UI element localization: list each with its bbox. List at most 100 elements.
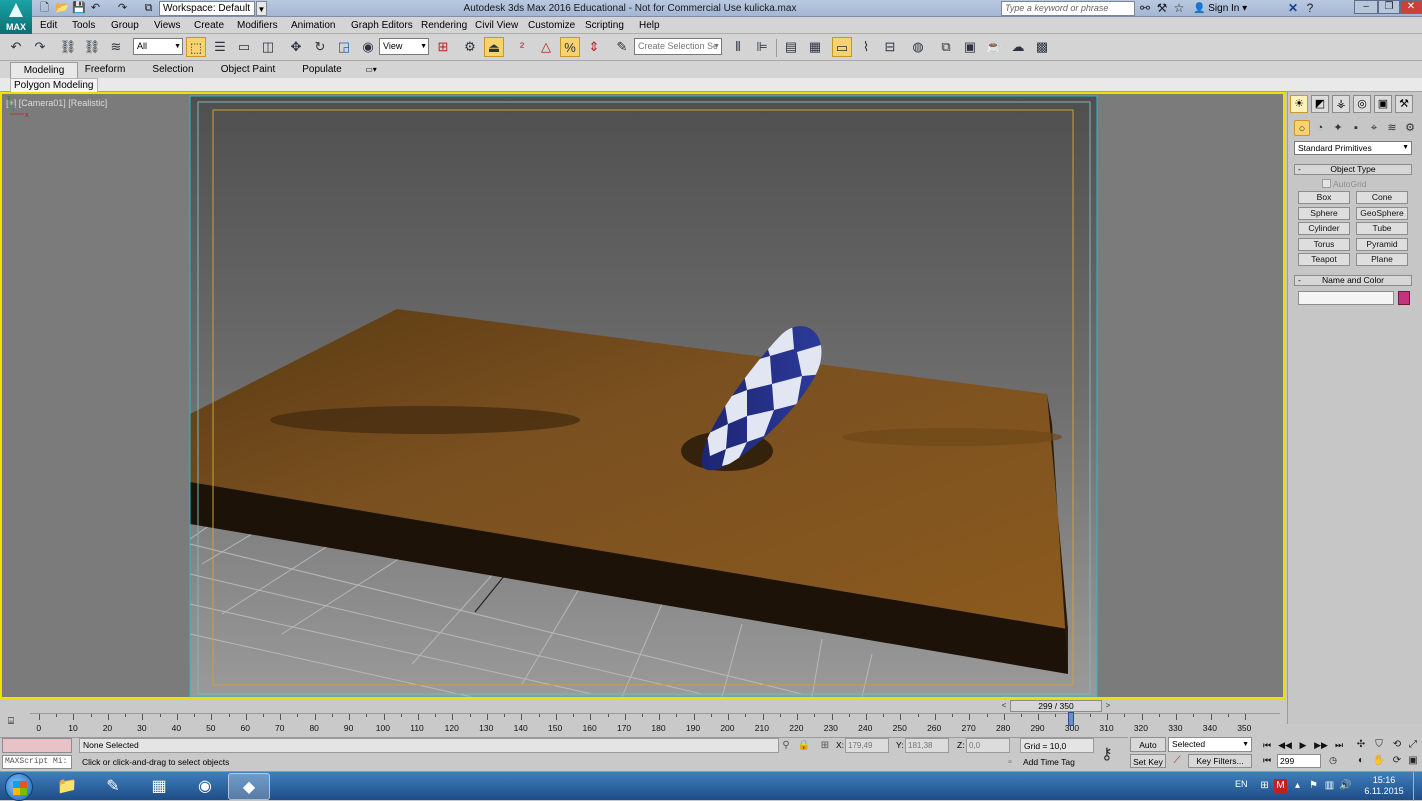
render-production-icon[interactable]: ☕ (984, 37, 1004, 57)
time-slider-next-icon[interactable]: > (1103, 700, 1113, 712)
primitive-category-dropdown[interactable]: Standard Primitives ▼ (1294, 141, 1412, 155)
menu-graph-editors[interactable]: Graph Editors (351, 17, 413, 34)
maximize-viewport-icon[interactable]: ⤢ (1405, 738, 1421, 752)
notes-app-icon[interactable]: ✎ (92, 773, 134, 800)
tray-windows-icon[interactable]: ⊞ (1258, 779, 1271, 793)
cylinder-button[interactable]: Cylinder (1298, 222, 1350, 235)
maxscript-mini-listener[interactable]: MAXScript Mi: (2, 755, 72, 769)
favorites-star-icon[interactable]: ☆ (1172, 1, 1186, 16)
selection-filter-dropdown[interactable]: All ▼ (133, 38, 183, 55)
workspace-dropdown-arrow[interactable]: ▼ (256, 1, 267, 16)
pivot-center-icon[interactable]: ⊞ (433, 37, 453, 57)
workspace-dropdown[interactable]: Workspace: Default (159, 1, 255, 16)
tab-populate[interactable]: Populate (298, 62, 346, 78)
helpers-icon[interactable]: ⌖ (1366, 120, 1382, 136)
tube-button[interactable]: Tube (1356, 222, 1408, 235)
open-file-icon[interactable]: 📂 (55, 2, 69, 15)
tray-app-icon[interactable]: M (1274, 779, 1287, 793)
track-bar[interactable]: 0 10 20 30 40 50 60 70 80 90 100 110 120 130 140 150 160… (30, 713, 1280, 737)
volume-icon[interactable]: 🔊 (1339, 779, 1352, 793)
keyboard-shortcut-override-icon[interactable]: ⏏ (484, 37, 504, 57)
scene-explorer-icon[interactable]: ▦ (805, 37, 825, 57)
percent-snap-icon[interactable]: % (560, 37, 580, 57)
maximize-button[interactable]: ❐ (1378, 0, 1400, 14)
next-frame-icon[interactable]: ▶▶ (1313, 739, 1329, 752)
auto-key-button[interactable]: Auto Key (1130, 737, 1166, 765)
start-button[interactable] (5, 773, 33, 801)
create-tab-icon[interactable]: ☀ (1290, 95, 1308, 113)
app-logo[interactable]: MAX (0, 0, 32, 34)
tab-object-paint[interactable]: Object Paint (218, 62, 278, 78)
play-icon[interactable]: ▶ (1295, 739, 1311, 752)
current-frame-field[interactable]: 299 (1277, 754, 1321, 768)
exchange-icon[interactable]: ⚒ (1155, 1, 1169, 16)
hierarchy-tab-icon[interactable]: ⚶ (1332, 95, 1350, 113)
set-key-button[interactable]: Set Key (1130, 754, 1166, 768)
default-key-icon[interactable]: ⚷ (1101, 744, 1113, 764)
material-editor-icon[interactable]: ◍ (908, 37, 928, 57)
orbit-camera-icon[interactable]: ⟳ (1389, 754, 1405, 768)
file-explorer-icon[interactable]: 📁 (46, 773, 88, 800)
menu-rendering[interactable]: Rendering (421, 17, 467, 34)
undo-icon[interactable]: ↶ (6, 37, 26, 57)
manipulate-icon[interactable]: ⚙ (460, 37, 480, 57)
modify-tab-icon[interactable]: ◩ (1311, 95, 1329, 113)
menu-animation[interactable]: Animation (291, 17, 335, 34)
object-color-swatch[interactable] (1398, 291, 1410, 305)
maximize-toggle-icon[interactable]: ▣ (1405, 754, 1421, 768)
new-file-icon[interactable]: 🗋 (38, 2, 51, 15)
menu-help[interactable]: Help (639, 17, 660, 34)
close-button[interactable]: ✕ (1400, 0, 1422, 14)
autogrid-checkbox[interactable]: AutoGrid (1322, 179, 1367, 189)
object-name-input[interactable] (1298, 291, 1394, 305)
pyramid-button[interactable]: Pyramid (1356, 238, 1408, 251)
system-clock[interactable]: 15:16 6.11.2015 (1364, 775, 1404, 797)
rotate-icon[interactable]: ↻ (310, 37, 330, 57)
menu-views[interactable]: Views (154, 17, 181, 34)
time-configuration-icon[interactable]: ◷ (1325, 754, 1341, 767)
systems-icon[interactable]: ⚙ (1402, 120, 1418, 136)
go-to-end-icon[interactable]: ⏭ (1331, 739, 1347, 752)
z-coordinate-field[interactable]: 0,0 (966, 738, 1010, 753)
bind-space-warp-icon[interactable]: ≋ (106, 37, 126, 57)
ribbon-panel-label[interactable]: Polygon Modeling (10, 78, 98, 92)
project-folder-icon[interactable]: ⧉ (142, 2, 155, 15)
schematic-view-icon[interactable]: ⊟ (880, 37, 900, 57)
minimize-button[interactable]: – (1354, 0, 1378, 14)
tray-flag-icon[interactable]: ⚑ (1307, 779, 1320, 793)
calculator-icon[interactable]: ▦ (138, 773, 180, 800)
rectangular-selection-icon[interactable]: ▭ (234, 37, 254, 57)
add-time-tag[interactable]: Add Time Tag (1020, 755, 1094, 769)
scale-icon[interactable]: ◲ (334, 37, 354, 57)
time-tag-icon[interactable]: ▫ (1003, 756, 1017, 770)
select-by-name-icon[interactable]: ☰ (210, 37, 230, 57)
maxscript-listener-output[interactable] (2, 738, 72, 753)
binoculars-icon[interactable]: ⚯ (1138, 1, 1152, 16)
move-icon[interactable]: ✥ (286, 37, 306, 57)
select-object-icon[interactable]: ⬚ (186, 37, 206, 57)
search-input[interactable]: Type a keyword or phrase (1001, 1, 1135, 16)
redo-quick-icon[interactable]: ↷ (116, 2, 129, 15)
layer-manager-icon[interactable]: ▤ (781, 37, 801, 57)
autodesk-x-icon[interactable]: ✕ (1286, 1, 1300, 16)
render-setup-icon[interactable]: ⧉ (936, 37, 956, 57)
teapot-button[interactable]: Teapot (1298, 253, 1350, 266)
go-to-start-icon[interactable]: ⏮ (1259, 739, 1275, 752)
snaps-toggle-icon[interactable]: ² (512, 37, 532, 57)
tab-modeling[interactable]: Modeling (10, 62, 78, 78)
cameras-icon[interactable]: ▪ (1348, 120, 1364, 136)
shapes-icon[interactable]: ◔ (1312, 120, 1328, 136)
cone-button[interactable]: Cone (1356, 191, 1408, 204)
x-coordinate-field[interactable]: 179,49 (845, 738, 889, 753)
ribbon-toggle-icon[interactable]: ▭ (832, 37, 852, 57)
angle-snap-icon[interactable]: △ (536, 37, 556, 57)
y-coordinate-field[interactable]: 181,38 (905, 738, 949, 753)
set-keys-icon[interactable]: ⟋ (1170, 754, 1184, 768)
menu-group[interactable]: Group (111, 17, 139, 34)
torus-button[interactable]: Torus (1298, 238, 1350, 251)
firefox-icon[interactable]: ◉ (184, 773, 226, 800)
isolate-selection-icon[interactable]: ⚲ (779, 739, 793, 753)
render-in-cloud-icon[interactable]: ▩ (1032, 37, 1052, 57)
save-icon[interactable]: 💾 (72, 2, 86, 15)
render-iterative-icon[interactable]: ☁ (1008, 37, 1028, 57)
